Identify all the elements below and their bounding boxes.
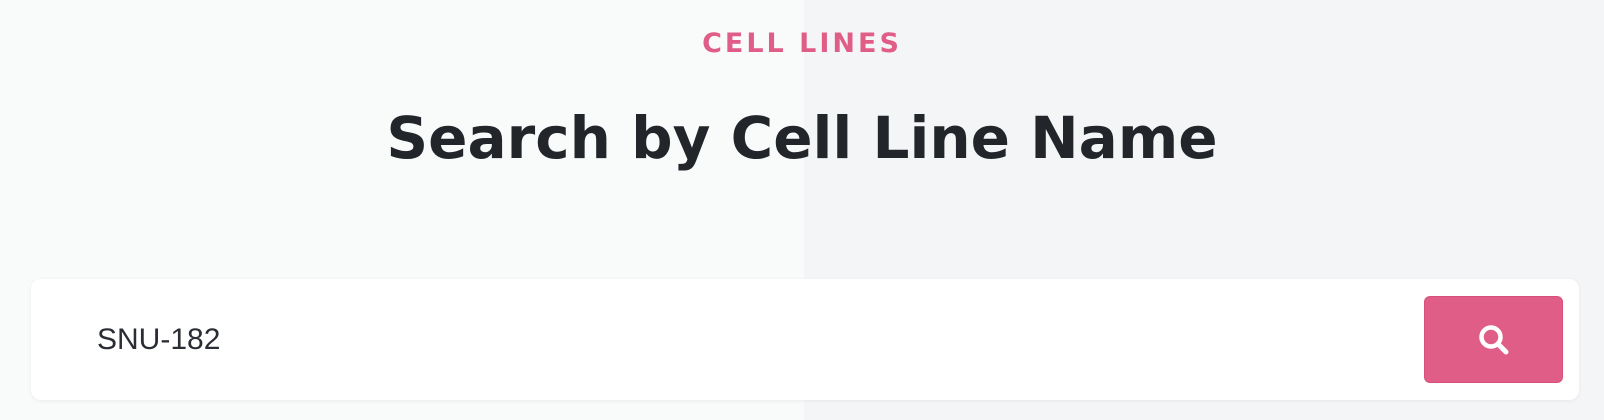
search-input[interactable] bbox=[97, 309, 1397, 371]
page-title: Search by Cell Line Name bbox=[386, 104, 1218, 172]
hero-section: CELL LINES Search by Cell Line Name bbox=[0, 0, 1604, 250]
search-icon bbox=[1475, 321, 1513, 359]
section-eyebrow: CELL LINES bbox=[702, 28, 902, 59]
search-bar bbox=[31, 279, 1579, 400]
search-button[interactable] bbox=[1424, 296, 1563, 383]
